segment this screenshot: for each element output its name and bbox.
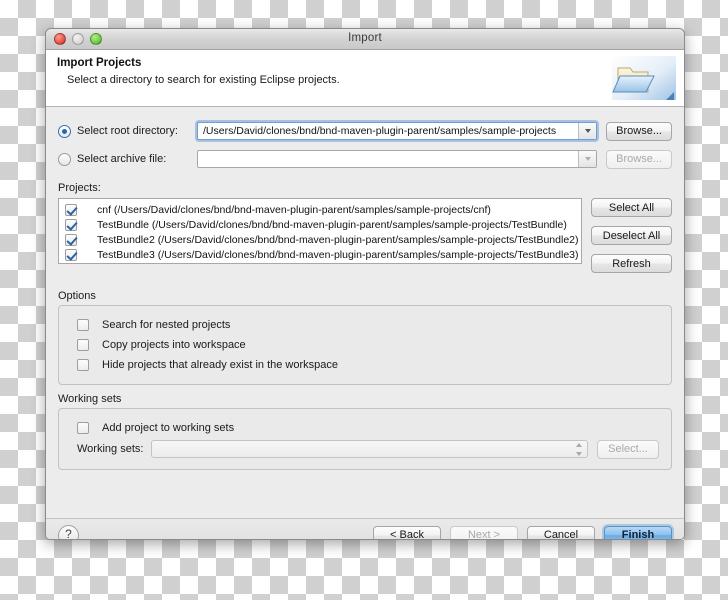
refresh-button[interactable]: Refresh (591, 254, 672, 273)
list-item[interactable]: TestBundle2 (/Users/David/clones/bnd/bnd… (59, 232, 581, 247)
chevron-down-icon[interactable] (578, 123, 597, 139)
options-group: Options Search for nested projects Copy … (58, 290, 672, 385)
page-subtitle: Select a directory to search for existin… (67, 74, 340, 86)
option-label: Hide projects that already exist in the … (102, 359, 339, 371)
import-dialog: Import Import Projects Select a director… (45, 28, 685, 540)
working-sets-combo-label: Working sets: (77, 443, 144, 455)
option-label: Search for nested projects (102, 319, 231, 331)
select-root-directory-label: Select root directory: (77, 125, 178, 137)
working-sets-select-button[interactable]: Select... (597, 439, 659, 459)
dialog-footer: ? < Back Next > Cancel Finish (46, 518, 684, 539)
import-folder-icon (606, 54, 678, 102)
select-all-button[interactable]: Select All (591, 198, 672, 217)
working-sets-combo-value (152, 441, 157, 453)
browse-root-button[interactable]: Browse... (606, 121, 672, 141)
working-sets-title: Working sets (58, 393, 122, 405)
add-to-working-sets-checkbox[interactable] (77, 422, 89, 434)
project-checkbox[interactable] (65, 203, 77, 216)
working-sets-select-row: Working sets: Select... (71, 438, 659, 460)
working-sets-box: Add project to working sets Working sets… (58, 408, 672, 470)
finish-button[interactable]: Finish (604, 525, 672, 539)
dialog-body: Select root directory: /Users/David/clon… (46, 120, 684, 518)
select-archive-file-radio[interactable] (58, 152, 71, 166)
add-to-working-sets-row[interactable]: Add project to working sets (71, 418, 659, 438)
working-sets-group: Working sets Add project to working sets… (58, 393, 672, 470)
option-search-nested[interactable]: Search for nested projects (71, 315, 659, 335)
option-checkbox[interactable] (77, 319, 89, 331)
projects-list[interactable]: cnf (/Users/David/clones/bnd/bnd-maven-p… (58, 198, 582, 264)
option-copy-into-workspace[interactable]: Copy projects into workspace (71, 335, 659, 355)
next-button[interactable]: Next > (450, 525, 518, 539)
archive-file-combo[interactable] (197, 150, 598, 168)
deselect-all-button[interactable]: Deselect All (591, 226, 672, 245)
add-to-working-sets-label: Add project to working sets (102, 422, 235, 434)
browse-archive-button[interactable]: Browse... (606, 149, 672, 169)
project-label: TestBundle3 (/Users/David/clones/bnd/bnd… (97, 248, 579, 261)
option-checkbox[interactable] (77, 339, 89, 351)
help-button[interactable]: ? (58, 524, 79, 539)
list-item[interactable]: cnf (/Users/David/clones/bnd/bnd-maven-p… (59, 202, 581, 217)
root-directory-combo[interactable]: /Users/David/clones/bnd/bnd-maven-plugin… (197, 122, 598, 140)
projects-area: cnf (/Users/David/clones/bnd/bnd-maven-p… (58, 198, 672, 282)
back-button[interactable]: < Back (373, 525, 441, 539)
archive-file-row: Select archive file: Browse... (58, 148, 672, 170)
window-title: Import (348, 32, 382, 44)
project-checkbox[interactable] (65, 248, 77, 261)
chevron-down-icon[interactable] (578, 151, 597, 167)
stepper-icon[interactable] (574, 443, 583, 456)
select-archive-file-label: Select archive file: (77, 153, 167, 165)
title-bar: Import (46, 29, 684, 50)
project-label: TestBundle2 (/Users/David/clones/bnd/bnd… (97, 233, 579, 246)
option-label: Copy projects into workspace (102, 339, 246, 351)
projects-buttons: Select All Deselect All Refresh (582, 198, 672, 282)
project-checkbox[interactable] (65, 218, 77, 231)
list-item[interactable]: TestBundle3 (/Users/David/clones/bnd/bnd… (59, 247, 581, 262)
option-checkbox[interactable] (77, 359, 89, 371)
list-item[interactable]: TestBundle (/Users/David/clones/bnd/bnd-… (59, 217, 581, 232)
project-label: cnf (/Users/David/clones/bnd/bnd-maven-p… (97, 203, 491, 216)
cancel-button[interactable]: Cancel (527, 525, 595, 539)
project-label: TestBundle (/Users/David/clones/bnd/bnd-… (97, 218, 567, 231)
wizard-header: Import Projects Select a directory to se… (46, 50, 684, 107)
page-title: Import Projects (57, 57, 142, 69)
working-sets-combo[interactable] (151, 440, 588, 458)
root-directory-row: Select root directory: /Users/David/clon… (58, 120, 672, 142)
options-box: Search for nested projects Copy projects… (58, 305, 672, 385)
select-root-directory-radio[interactable] (58, 124, 71, 138)
option-hide-existing[interactable]: Hide projects that already exist in the … (71, 355, 659, 375)
root-directory-value: /Users/David/clones/bnd/bnd-maven-plugin… (203, 125, 557, 137)
projects-label: Projects: (58, 182, 101, 194)
project-checkbox[interactable] (65, 233, 77, 246)
options-title: Options (58, 290, 96, 302)
